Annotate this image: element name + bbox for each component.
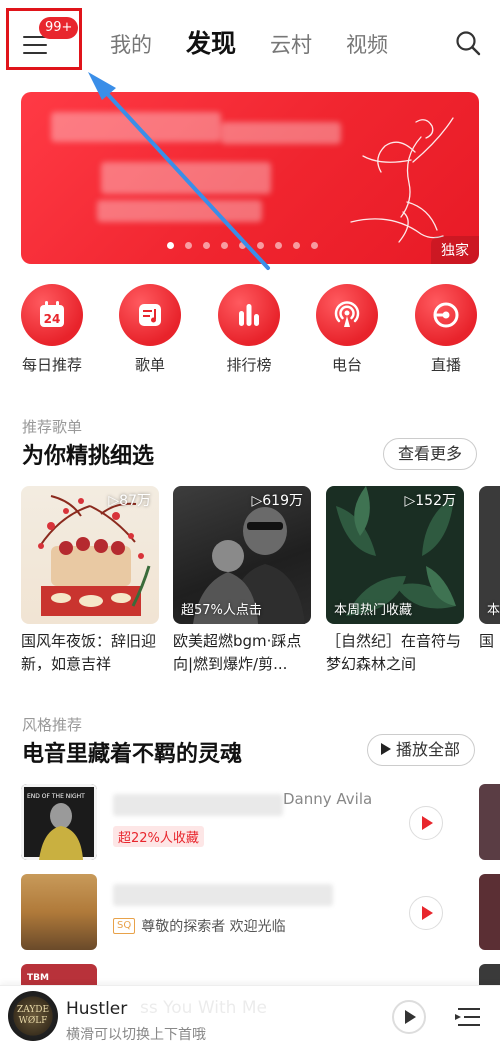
quick-entries: 24 每日推荐 歌单 排行榜 电台 直播 xyxy=(0,284,500,384)
playlist-card[interactable]: ▷152万 本周热门收藏 ［自然纪］在音符与梦幻森林之间 xyxy=(326,486,464,676)
search-icon[interactable] xyxy=(455,30,481,56)
playlist-cover: ▷619万 超57%人点击 xyxy=(173,486,311,624)
playlist-cover: ▷152万 本周热门收藏 xyxy=(326,486,464,624)
section-title: 为你精挑细选 xyxy=(22,444,155,469)
next-page-cover xyxy=(479,874,500,950)
section-subtitle: 风格推荐 xyxy=(22,716,83,734)
song-description: 尊敬的探索者 欢迎光临 xyxy=(141,919,286,935)
entry-live[interactable]: 直播 xyxy=(406,284,486,375)
ghost-next-title: ss You With Me xyxy=(140,998,267,1018)
exclusive-tag: 独家 xyxy=(431,236,479,264)
playlist-title: 欧美超燃bgm·踩点向|燃到爆炸/剪... xyxy=(173,632,302,673)
play-all-button[interactable]: 播放全部 xyxy=(367,734,476,766)
entry-label: 排行榜 xyxy=(226,356,272,374)
section-subtitle: 推荐歌单 xyxy=(22,418,83,436)
collect-rate-tag: 超22%人收藏 xyxy=(113,826,204,847)
tab-mine[interactable]: 我的 xyxy=(110,29,152,59)
chart-bars-icon xyxy=(239,304,259,326)
album-disc: ZAYDE WØLF xyxy=(8,991,58,1041)
now-playing-title: Hustler xyxy=(66,999,128,1019)
song-cover: END OF THE NIGHT xyxy=(21,784,97,860)
entry-daily-recommend[interactable]: 24 每日推荐 xyxy=(12,284,92,375)
playlist-card[interactable]: ▷87万 国风年夜饭：辞旧迎新，如意吉祥 xyxy=(21,486,159,676)
playlist-cover: ▷87万 xyxy=(21,486,159,624)
radio-icon xyxy=(334,301,360,327)
svg-text:END OF THE NIGHT: END OF THE NIGHT xyxy=(27,793,85,800)
tab-discover[interactable]: 发现 xyxy=(186,24,236,60)
svg-text:TBM: TBM xyxy=(27,973,49,983)
song-play-button[interactable] xyxy=(409,896,443,930)
playlist-cover: 本 xyxy=(479,486,500,624)
calendar-icon: 24 xyxy=(40,301,64,327)
playlist-title: 国 xyxy=(479,632,495,650)
playlist-card[interactable]: 本 国 xyxy=(479,486,500,676)
disc-text: ZAYDE WØLF xyxy=(16,1005,50,1026)
banner-pagination xyxy=(167,242,329,249)
song-row[interactable]: SQ 尊敬的探索者 欢迎光临 xyxy=(21,874,500,950)
live-icon xyxy=(433,302,459,328)
now-playing-hint: 横滑可以切换上下首哦 xyxy=(66,1027,206,1043)
mini-player[interactable]: ZAYDE WØLF ss You With Me Hustler 横滑可以切换… xyxy=(0,985,500,1045)
top-tabs: 我的 发现 云村 视频 xyxy=(110,24,422,60)
entry-label: 电台 xyxy=(331,356,362,374)
song-row[interactable]: END OF THE NIGHT Danny Avila 超22%人收藏 xyxy=(21,784,500,860)
play-count: ▷152万 xyxy=(404,493,457,509)
entry-label: 直播 xyxy=(430,356,461,374)
blurred-song-title xyxy=(113,884,333,906)
play-icon xyxy=(381,743,391,755)
sq-quality-badge: SQ xyxy=(113,918,136,934)
entry-label: 歌单 xyxy=(134,356,165,374)
song-play-button[interactable] xyxy=(409,806,443,840)
cover-tag: 本 xyxy=(487,603,500,618)
play-icon xyxy=(405,1010,416,1024)
playlist-queue-icon[interactable] xyxy=(454,1006,482,1028)
song-note: 超22%人收藏 xyxy=(113,826,204,847)
section-title: 电音里藏着不羁的灵魂 xyxy=(22,742,243,767)
song-note: SQ 尊敬的探索者 欢迎光临 xyxy=(113,916,286,936)
song-cover xyxy=(21,874,97,950)
banner[interactable]: 独家 xyxy=(21,92,479,264)
hamburger-icon xyxy=(23,36,47,54)
entry-radio[interactable]: 电台 xyxy=(307,284,387,375)
entry-charts[interactable]: 排行榜 xyxy=(209,284,289,375)
blurred-text xyxy=(97,200,262,222)
svg-text:24: 24 xyxy=(44,312,61,326)
dancer-sketch-illustration xyxy=(350,117,454,243)
playlist-cards: ▷87万 国风年夜饭：辞旧迎新，如意吉祥 ▷619万 超57%人点击 欧美超燃b… xyxy=(21,486,500,686)
song-artist: Danny Avila xyxy=(283,790,373,808)
playlist-title: ［自然纪］在音符与梦幻森林之间 xyxy=(326,632,462,673)
entry-label: 每日推荐 xyxy=(21,356,82,374)
player-play-button[interactable] xyxy=(392,1000,426,1034)
menu-button[interactable]: 99+ xyxy=(6,8,82,70)
tab-video[interactable]: 视频 xyxy=(346,29,388,59)
play-all-label: 播放全部 xyxy=(396,740,461,759)
play-icon xyxy=(422,816,433,830)
playlist-title: 国风年夜饭：辞旧迎新，如意吉祥 xyxy=(21,632,157,673)
top-bar: 99+ 我的 发现 云村 视频 xyxy=(0,0,500,80)
blurred-song-title xyxy=(113,794,283,816)
cover-photo: END OF THE NIGHT xyxy=(21,784,97,860)
entry-playlist[interactable]: 歌单 xyxy=(110,284,190,375)
blurred-text xyxy=(51,112,221,142)
blurred-text xyxy=(101,162,271,194)
cover-tag: 超57%人点击 xyxy=(181,603,262,618)
tab-cloud-village[interactable]: 云村 xyxy=(270,29,312,59)
play-count: ▷619万 xyxy=(251,493,304,509)
next-page-cover xyxy=(479,784,500,860)
playlist-card[interactable]: ▷619万 超57%人点击 欧美超燃bgm·踩点向|燃到爆炸/剪... xyxy=(173,486,311,676)
play-icon xyxy=(422,906,433,920)
playlist-icon xyxy=(139,304,161,326)
cover-tag: 本周热门收藏 xyxy=(334,603,413,618)
play-count: ▷87万 xyxy=(108,493,151,509)
notification-badge: 99+ xyxy=(39,17,79,39)
view-more-button[interactable]: 查看更多 xyxy=(383,438,478,470)
